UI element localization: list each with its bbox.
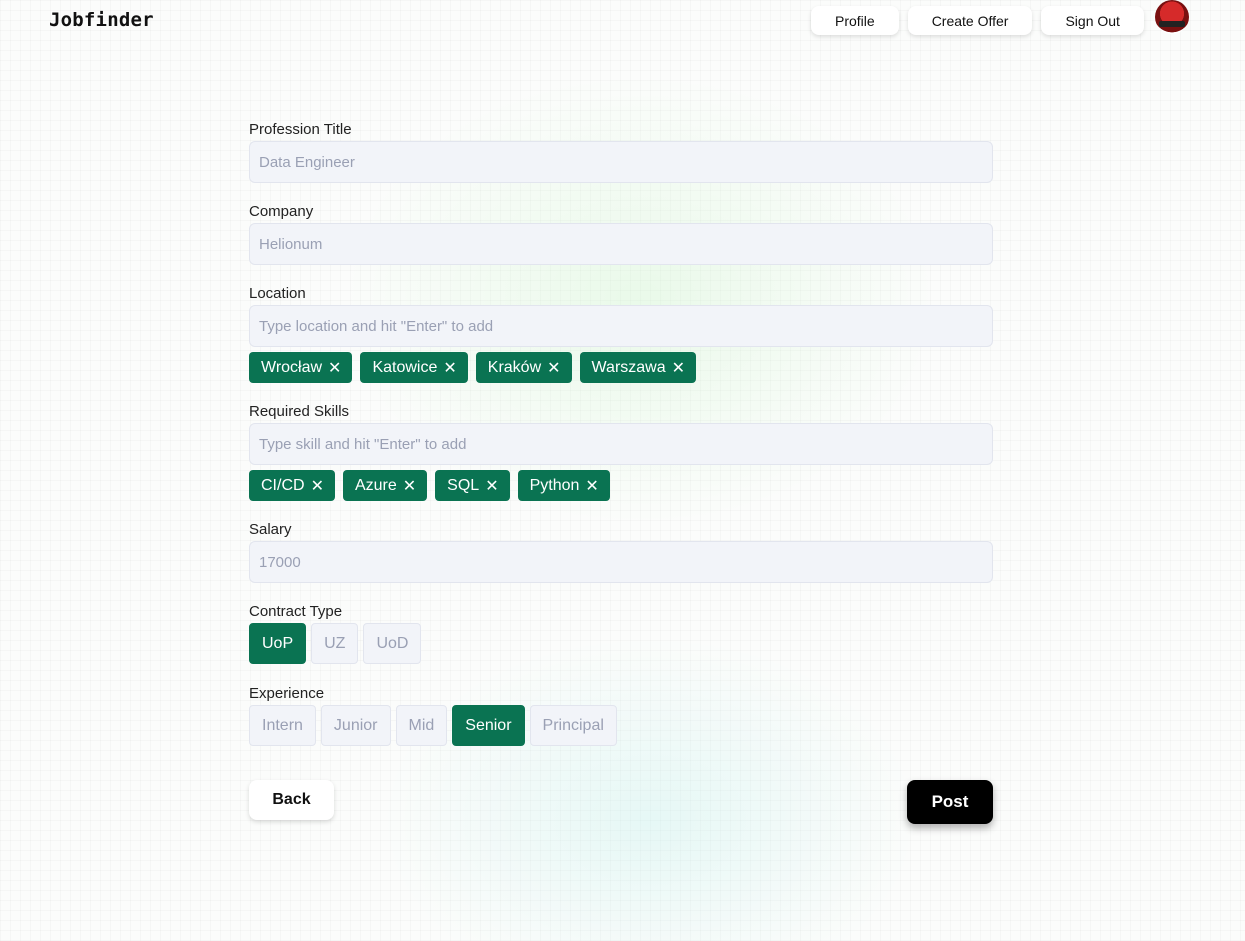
top-nav: Profile Create Offer Sign Out (811, 0, 1189, 35)
create-offer-form: Profession Title Data Engineer Company H… (249, 121, 993, 746)
sign-out-button[interactable]: Sign Out (1041, 6, 1144, 35)
location-tag: Kraków ✕ (475, 352, 572, 383)
location-input[interactable]: Type location and hit "Enter" to add (249, 305, 993, 347)
contract-type-selector: UoP UZ UoD (249, 623, 993, 664)
salary-label: Salary (249, 521, 292, 538)
skill-tag: CI/CD ✕ (249, 470, 335, 501)
close-icon[interactable]: ✕ (672, 358, 685, 378)
experience-selector: Intern Junior Mid Senior Principal (249, 705, 993, 746)
close-icon[interactable]: ✕ (403, 476, 416, 496)
post-button[interactable]: Post (907, 780, 993, 824)
close-icon[interactable]: ✕ (485, 476, 498, 496)
close-icon[interactable]: ✕ (585, 476, 598, 496)
skill-tag: SQL ✕ (435, 470, 510, 501)
location-tag: Wrocław ✕ (249, 352, 353, 383)
experience-option-principal[interactable]: Principal (529, 705, 617, 746)
skill-tag: Python ✕ (517, 470, 610, 501)
close-icon[interactable]: ✕ (311, 476, 324, 496)
contract-option-uz[interactable]: UZ (311, 623, 359, 664)
experience-option-intern[interactable]: Intern (249, 705, 316, 746)
avatar[interactable] (1154, 0, 1189, 34)
close-icon[interactable]: ✕ (547, 358, 560, 378)
skills-input[interactable]: Type skill and hit "Enter" to add (249, 423, 993, 465)
location-tag: Katowice ✕ (360, 352, 468, 383)
skill-tags: CI/CD ✕ Azure ✕ SQL ✕ Python ✕ (249, 470, 993, 501)
salary-input[interactable]: 17000 (249, 541, 993, 583)
profession-input[interactable]: Data Engineer (249, 141, 993, 183)
create-offer-button[interactable]: Create Offer (907, 6, 1033, 35)
experience-option-mid[interactable]: Mid (395, 705, 448, 746)
company-input[interactable]: Helionum (249, 223, 993, 265)
experience-option-senior[interactable]: Senior (452, 705, 525, 746)
profession-label: Profession Title (249, 121, 352, 138)
close-icon[interactable]: ✕ (443, 358, 456, 378)
profile-button[interactable]: Profile (811, 6, 899, 35)
location-tag: Warszawa ✕ (579, 352, 697, 383)
location-tags: Wrocław ✕ Katowice ✕ Kraków ✕ Warszawa ✕ (249, 352, 993, 383)
contract-option-uod[interactable]: UoD (363, 623, 422, 664)
experience-label: Experience (249, 685, 325, 702)
back-button[interactable]: Back (249, 780, 334, 820)
skills-label: Required Skills (249, 403, 350, 420)
experience-option-junior[interactable]: Junior (320, 705, 391, 746)
location-label: Location (249, 285, 306, 302)
contract-option-uop[interactable]: UoP (249, 623, 307, 664)
app-logo[interactable]: Jobfinder (49, 9, 154, 31)
company-label: Company (249, 203, 314, 220)
contract-type-label: Contract Type (249, 603, 343, 620)
skill-tag: Azure ✕ (342, 470, 428, 501)
close-icon[interactable]: ✕ (328, 358, 341, 378)
